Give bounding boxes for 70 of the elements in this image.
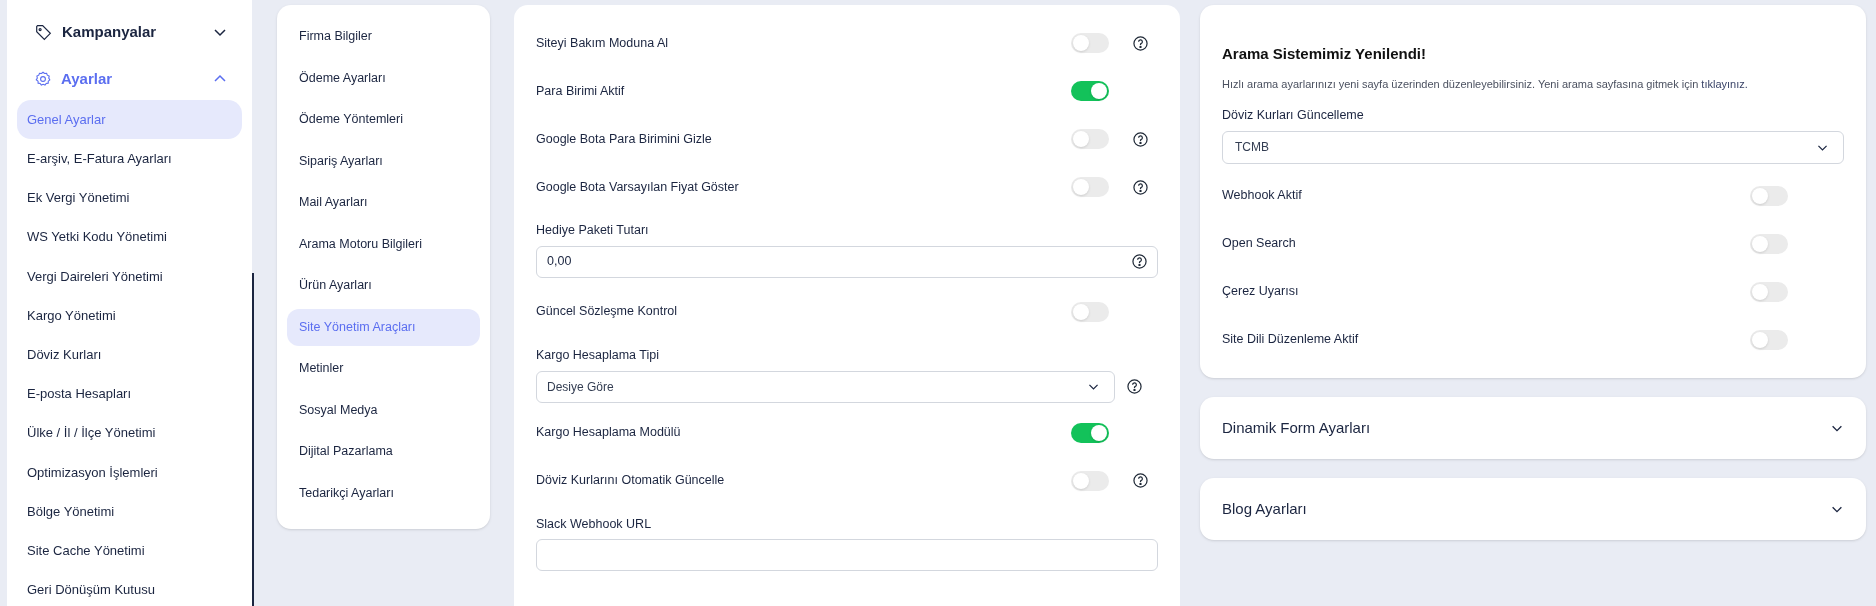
setting-label: Döviz Kurlarını Otomatik Güncelle <box>536 472 726 490</box>
setting-label: Open Search <box>1222 235 1297 253</box>
field-label: Döviz Kurları Güncelleme <box>1222 107 1365 124</box>
setting-label: Güncel Sözleşme Kontrol <box>536 303 679 321</box>
sidebar-item[interactable]: WS Yetki Kodu Yönetimi <box>17 217 242 257</box>
setting-label: Para Birimi Aktif <box>536 82 626 100</box>
sidebar-item[interactable]: Ülke / İl / İlçe Yönetimi <box>17 413 242 453</box>
settings-nav-item[interactable]: Sipariş Ayarları <box>287 142 480 180</box>
sidebar-item[interactable]: Kargo Yönetimi <box>17 295 242 336</box>
toggle-switch[interactable] <box>1071 470 1109 491</box>
sidebar-item[interactable]: Vergi Daireleri Yönetimi <box>17 256 242 296</box>
toggle-switch[interactable] <box>1750 329 1788 350</box>
settings-nav-item[interactable]: Ürün Ayarları <box>287 267 480 304</box>
toggle-switch[interactable] <box>1750 281 1788 302</box>
notice-link[interactable]: tıklayınız. <box>1701 77 1748 90</box>
menu-group[interactable]: Ayarlar <box>17 59 242 99</box>
sidebar-item[interactable]: Genel Ayarlar <box>17 100 242 140</box>
setting-label: Webhook Aktif <box>1222 187 1303 205</box>
toggle-switch[interactable] <box>1071 129 1109 149</box>
settings-nav-item[interactable]: Metinler <box>287 350 480 387</box>
toggle-switch[interactable] <box>1071 301 1109 322</box>
settings-nav-item[interactable]: Mail Ayarları <box>287 184 480 221</box>
sidebar-item[interactable]: Bölge Yönetimi <box>17 491 242 532</box>
toggle-switch[interactable] <box>1071 81 1109 101</box>
sidebar-item[interactable]: E-arşiv, E-Fatura Ayarları <box>17 139 242 179</box>
help-icon[interactable] <box>1133 35 1148 51</box>
input-field[interactable]: 0,00 <box>536 245 1158 278</box>
toggle-switch[interactable] <box>1071 177 1109 197</box>
settings-nav-item[interactable]: Dijital Pazarlama <box>287 433 480 470</box>
setting-label: Kargo Hesaplama Modülü <box>536 424 682 442</box>
sidebar-item[interactable]: Geri Dönüşüm Kutusu <box>17 570 242 606</box>
menu-group[interactable]: Kampanyalar <box>17 12 242 52</box>
card-title: Arama Sistemimiz Yenilendi! <box>1222 44 1427 64</box>
settings-nav-item[interactable]: Arama Motoru Bilgileri <box>287 225 480 263</box>
sidebar-item[interactable]: Ek Vergi Yönetimi <box>17 178 242 218</box>
help-icon[interactable] <box>1133 179 1148 195</box>
help-icon[interactable] <box>1127 379 1142 394</box>
sidebar-item[interactable]: Döviz Kurları <box>17 335 242 375</box>
toggle-switch[interactable] <box>1071 33 1109 53</box>
sidebar-item[interactable]: E-posta Hesapları <box>17 374 242 414</box>
setting-label: Siteyi Bakım Moduna Al <box>536 34 669 52</box>
select-field[interactable]: Desiye Göre <box>536 370 1115 403</box>
help-icon[interactable] <box>1133 473 1148 488</box>
help-icon[interactable] <box>1133 131 1148 147</box>
accordion-header[interactable]: Blog Ayarları <box>1200 477 1866 540</box>
settings-nav-item[interactable]: Ödeme Yöntemleri <box>287 101 480 138</box>
field-label: Kargo Hesaplama Tipi <box>536 346 660 364</box>
accordion-header[interactable]: Dinamik Form Ayarları <box>1200 396 1866 459</box>
settings-nav-item[interactable]: Tedarikçi Ayarları <box>287 474 480 512</box>
notice-text: Hızlı arama ayarlarınızı yeni sayfa üzerinden düzenleyebilirsiniz. Yeni arama sayfasına gitmek için tıklayınız. <box>1222 76 1749 92</box>
toggle-switch[interactable] <box>1071 422 1109 443</box>
sidebar-item[interactable]: Site Cache Yönetimi <box>17 531 242 571</box>
field-label: Slack Webhook URL <box>536 515 653 533</box>
settings-nav-item[interactable]: Site Yönetim Araçları <box>287 308 480 346</box>
settings-nav-item[interactable]: Firma Bilgiler <box>287 18 480 55</box>
toggle-switch[interactable] <box>1750 185 1788 206</box>
field-label: Hediye Paketi Tutarı <box>536 222 650 239</box>
setting-label: Google Bota Para Birimini Gizle <box>536 130 713 148</box>
settings-icon <box>35 71 51 87</box>
sidebar-item[interactable]: Optimizasyon İşlemleri <box>17 452 242 492</box>
help-icon[interactable] <box>1132 254 1147 270</box>
settings-nav-item[interactable]: Ödeme Ayarları <box>287 59 480 97</box>
settings-nav-item[interactable]: Sosyal Medya <box>287 391 480 429</box>
input-field[interactable] <box>536 539 1158 572</box>
setting-label: Site Dili Düzenleme Aktif <box>1222 331 1360 349</box>
toggle-switch[interactable] <box>1750 233 1788 254</box>
setting-label: Google Bota Varsayılan Fiyat Göster <box>536 178 740 196</box>
tag-icon <box>35 23 52 41</box>
select-field[interactable]: TCMB <box>1222 130 1844 164</box>
setting-label: Çerez Uyarısı <box>1222 283 1300 301</box>
